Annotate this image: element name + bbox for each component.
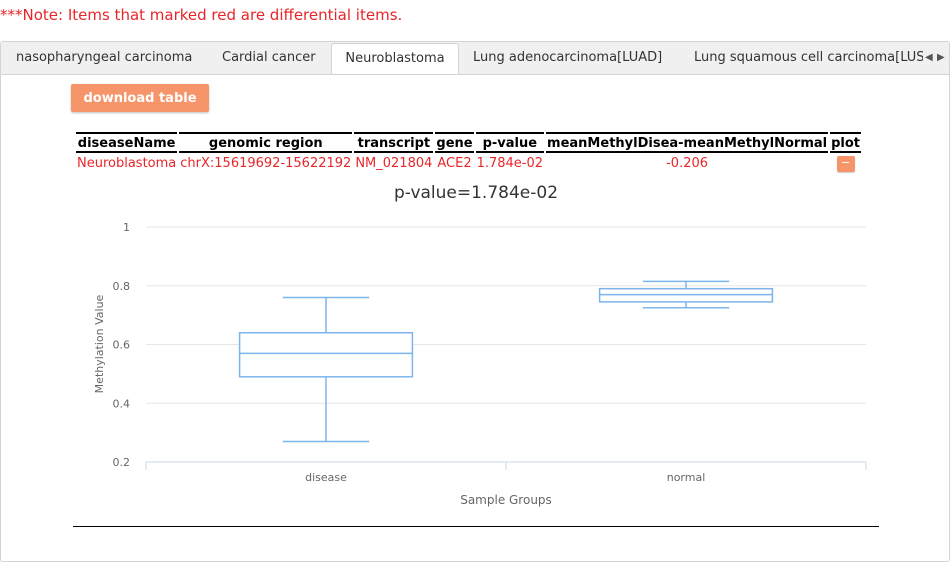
y-tick-label: 0.8 [113,280,131,293]
boxplot-chart: p-value=1.784e-02 0.2 0.4 0.6 0.8 1 disease n… [93,183,867,507]
table-bottom-rule [73,526,879,527]
y-tick-label: 0.6 [113,339,131,352]
iqr-box [238,332,414,378]
chart-title: p-value=1.784e-02 [394,183,558,203]
y-tick-label: 0.2 [113,456,131,469]
x-axis-ticks: disease normal [145,462,867,484]
box-disease[interactable] [238,296,414,443]
y-tick-label: 1 [123,221,130,234]
y-tick-label: 0.4 [113,397,131,410]
x-tick-label-disease: disease [305,471,347,484]
x-tick-label-normal: normal [667,471,706,484]
x-axis-label: Sample Groups [460,493,552,507]
y-axis-label: Methylation Value [93,294,106,393]
box-series [238,280,774,443]
y-axis-ticks: 0.2 0.4 0.6 0.8 1 [113,221,131,469]
